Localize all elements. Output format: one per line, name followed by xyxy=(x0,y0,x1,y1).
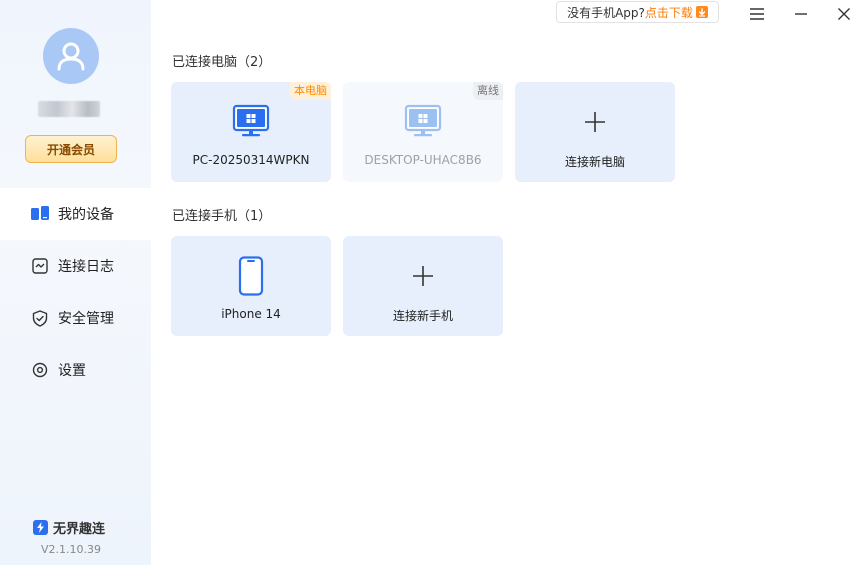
brand: 无界趣连 xyxy=(33,518,105,537)
log-icon xyxy=(30,256,50,276)
sidebar-item-label: 我的设备 xyxy=(58,207,114,223)
add-phone-label: 连接新手机 xyxy=(392,309,453,323)
add-pc-label: 连接新电脑 xyxy=(564,155,625,169)
offline-badge: 离线 xyxy=(473,82,503,100)
hamburger-icon xyxy=(750,8,764,20)
monitor-icon xyxy=(404,104,442,137)
sidebar-item-connection-log[interactable]: 连接日志 xyxy=(0,240,151,292)
sidebar-item-my-devices[interactable]: 我的设备 xyxy=(0,188,151,240)
devices-icon xyxy=(30,204,50,224)
menu-button[interactable] xyxy=(747,4,767,24)
brand-logo-icon xyxy=(33,520,48,535)
download-app-promo[interactable]: 没有手机App? 点击下载 xyxy=(556,1,719,23)
vip-button[interactable]: 开通会员 xyxy=(25,135,117,163)
settings-icon xyxy=(30,360,50,380)
add-pc-button[interactable]: 连接新电脑 xyxy=(515,82,675,182)
plus-icon xyxy=(413,266,433,286)
phone-card[interactable]: iPhone 14 xyxy=(171,236,331,336)
pc-card-offline[interactable]: 离线 DESKTOP-UHAC8B6 xyxy=(343,82,503,182)
sidebar-item-label: 设置 xyxy=(58,363,86,379)
add-phone-button[interactable]: 连接新手机 xyxy=(343,236,503,336)
connected-pcs-title: 已连接电脑（2） xyxy=(172,55,272,70)
minimize-icon xyxy=(795,13,807,15)
plus-icon xyxy=(585,112,605,132)
app-version: V2.1.10.39 xyxy=(41,543,102,556)
pc-name: DESKTOP-UHAC8B6 xyxy=(364,153,482,167)
close-button[interactable] xyxy=(834,4,854,24)
download-link[interactable]: 点击下载 xyxy=(645,4,693,21)
sidebar-item-security[interactable]: 安全管理 xyxy=(0,292,151,344)
local-pc-badge: 本电脑 xyxy=(290,82,331,100)
username-blurred xyxy=(38,101,100,117)
connected-phones-title: 已连接手机（1） xyxy=(172,209,272,224)
phone-name: iPhone 14 xyxy=(221,307,281,321)
pc-card-local[interactable]: 本电脑 PC-20250314WPKN xyxy=(171,82,331,182)
shield-icon xyxy=(30,308,50,328)
promo-question: 没有手机App? xyxy=(567,5,645,20)
pc-name: PC-20250314WPKN xyxy=(192,153,310,167)
sidebar-item-label: 安全管理 xyxy=(58,311,114,327)
download-icon xyxy=(695,6,708,18)
sidebar-item-settings[interactable]: 设置 xyxy=(0,344,151,396)
brand-name: 无界趣连 xyxy=(53,522,106,537)
sidebar: 开通会员 我的设备 连接日志 安全管理 设置 无界趣连 V2.1.10.39 xyxy=(0,0,151,565)
sidebar-item-label: 连接日志 xyxy=(58,259,114,275)
avatar[interactable] xyxy=(43,28,99,84)
monitor-icon xyxy=(232,104,270,137)
minimize-button[interactable] xyxy=(791,4,811,24)
user-icon xyxy=(57,42,85,71)
close-icon xyxy=(838,8,850,20)
phone-icon xyxy=(238,256,264,296)
